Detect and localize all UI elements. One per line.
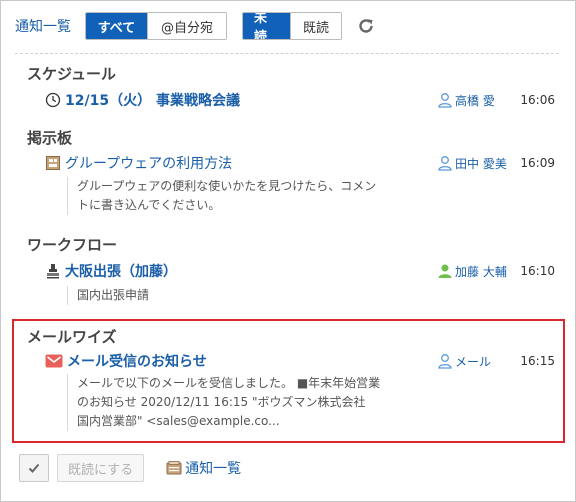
clock-icon bbox=[45, 92, 61, 108]
notification-window: 通知一覧 すべて @自分宛 未読 既読 スケジュール 12/15（火） 事業戦略… bbox=[0, 0, 576, 502]
notification-row-workflow[interactable]: 大阪出張（加藤） 加藤 大輔 16:10 bbox=[45, 260, 555, 282]
notification-row-bulletin[interactable]: グループウェアの利用方法 田中 愛美 16:09 bbox=[45, 152, 555, 174]
footer: 既読にする 通知一覧 bbox=[19, 454, 241, 482]
sender-name: 田中 愛美 bbox=[455, 156, 507, 171]
body-line: 国内営業部" <sales@example.co... bbox=[77, 414, 280, 428]
notification-subject[interactable]: グループウェアの利用方法 bbox=[65, 153, 232, 173]
filter-unread-button[interactable]: 未読 bbox=[243, 13, 291, 39]
filter-mine-button[interactable]: @自分宛 bbox=[148, 13, 226, 39]
body-line: のお知らせ 2020/12/11 16:15 "ボウズマン株式会社 bbox=[77, 395, 366, 409]
notification-body: グループウェアの便利な使いかたを見つけたら、コメン トに書き込んでください。 bbox=[67, 177, 376, 215]
stamp-icon bbox=[47, 264, 59, 279]
notification-list-label: 通知一覧 bbox=[185, 461, 242, 477]
notification-time: 16:10 bbox=[520, 264, 555, 278]
notification-list-icon bbox=[166, 461, 182, 475]
sender-name: メール bbox=[455, 354, 492, 369]
notification-sender[interactable]: 高橋 愛 bbox=[437, 92, 495, 109]
notification-row-schedule[interactable]: 12/15（火） 事業戦略会議 高橋 愛 16:06 bbox=[45, 89, 555, 111]
notification-list-link[interactable]: 通知一覧 bbox=[166, 458, 241, 478]
sender-name: 加藤 大輔 bbox=[455, 264, 507, 279]
notification-sender[interactable]: 加藤 大輔 bbox=[437, 263, 507, 280]
filter-all-button[interactable]: すべて bbox=[86, 13, 148, 39]
mark-read-button[interactable]: 既読にする bbox=[57, 454, 145, 482]
notification-time: 16:09 bbox=[520, 156, 555, 170]
bulletin-board-icon bbox=[46, 156, 60, 170]
mail-icon bbox=[45, 354, 63, 368]
notification-subject[interactable]: 12/15（火） 事業戦略会議 bbox=[65, 90, 240, 110]
section-title-bulletin: 掲示板 bbox=[27, 129, 73, 147]
body-line: グループウェアの便利な使いかたを見つけたら、コメン bbox=[77, 179, 377, 193]
notification-subject[interactable]: メール受信のお知らせ bbox=[67, 351, 207, 371]
notification-time: 16:15 bbox=[520, 354, 555, 368]
section-title-workflow: ワークフロー bbox=[27, 236, 118, 254]
user-icon bbox=[438, 354, 452, 369]
user-icon bbox=[438, 264, 452, 278]
filter-read-button[interactable]: 既読 bbox=[291, 13, 341, 39]
notification-body: 国内出張申請 bbox=[67, 286, 149, 305]
refresh-icon[interactable] bbox=[357, 17, 375, 35]
toolbar-divider bbox=[15, 53, 559, 54]
notification-row-mailwise[interactable]: メール受信のお知らせ メール 16:15 bbox=[45, 350, 555, 372]
notification-body: メールで以下のメールを受信しました。 ■年末年始営業 のお知らせ 2020/12… bbox=[67, 374, 380, 431]
section-title-mailwise: メールワイズ bbox=[27, 328, 117, 346]
body-line: メールで以下のメールを受信しました。 ■年末年始営業 bbox=[77, 376, 381, 390]
notification-list-title[interactable]: 通知一覧 bbox=[15, 16, 71, 36]
user-icon bbox=[438, 93, 452, 108]
read-filter: 未読 既読 bbox=[242, 12, 342, 40]
checkmark-icon bbox=[28, 463, 40, 473]
select-all-checkbox[interactable] bbox=[19, 454, 49, 482]
body-line: トに書き込んでください。 bbox=[77, 198, 221, 212]
target-filter: すべて @自分宛 bbox=[85, 12, 227, 40]
user-icon bbox=[438, 156, 452, 171]
section-title-schedule: スケジュール bbox=[27, 65, 116, 83]
sender-name: 高橋 愛 bbox=[455, 93, 495, 108]
notification-time: 16:06 bbox=[520, 93, 555, 107]
toolbar: 通知一覧 すべて @自分宛 未読 既読 bbox=[15, 12, 375, 40]
notification-sender[interactable]: メール bbox=[437, 353, 491, 370]
notification-sender[interactable]: 田中 愛美 bbox=[437, 155, 507, 172]
body-line: 国内出張申請 bbox=[77, 288, 150, 302]
notification-subject[interactable]: 大阪出張（加藤） bbox=[65, 261, 177, 281]
